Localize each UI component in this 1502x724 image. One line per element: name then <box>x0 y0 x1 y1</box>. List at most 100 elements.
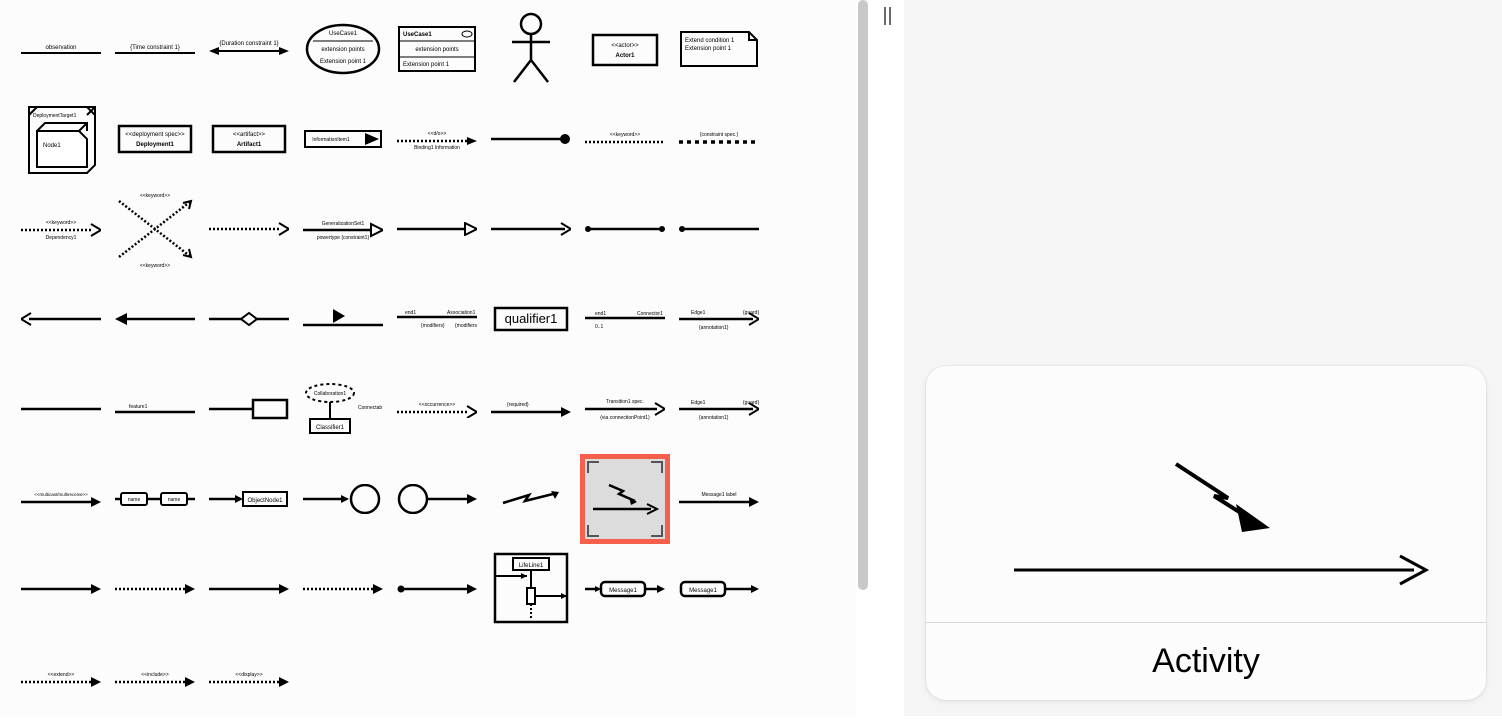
svg-text:<<artifact>>: <<artifact>> <box>233 132 266 138</box>
svg-text:Dependency1: Dependency1 <box>46 235 77 240</box>
shape-multicast[interactable]: <<multicast/multireceive>> <box>16 454 106 544</box>
shape-connector[interactable]: end10..1Connector1 <box>580 274 670 364</box>
shape-generalization[interactable] <box>392 184 482 274</box>
shape-association-ends[interactable]: end1{modifiers}Association1{modifiers} <box>392 274 482 364</box>
shape-object-nodes[interactable]: name name <box>110 454 200 544</box>
shape-generalization-set[interactable]: GeneralizationSet1powertype {constraint1… <box>298 184 388 274</box>
selection-handle[interactable] <box>651 525 663 537</box>
shape-information-item[interactable]: InformationItem1 <box>298 94 388 184</box>
palette-row: <<keyword>> Dependency1 <<keyword>><<keyw… <box>16 184 840 274</box>
shape-line-dot-end[interactable] <box>674 184 764 274</box>
svg-text:<<deployment spec>>: <<deployment spec>> <box>125 132 185 138</box>
shape-line-play-marker[interactable] <box>298 274 388 364</box>
shape-usecase-box[interactable]: UseCase1extension pointsExtension point … <box>392 4 482 94</box>
shape-actor-box[interactable]: <<actor>>Actor1 <box>580 4 670 94</box>
shape-required[interactable]: {required} <box>486 364 576 454</box>
svg-text:{constraint spec.}: {constraint spec.} <box>700 132 739 138</box>
shape-extend[interactable]: <<extend>> <box>16 634 106 724</box>
shape-line-square-end[interactable] <box>204 364 294 454</box>
palette-row: observation {Time constraint 1} {Duratio… <box>16 4 840 94</box>
shape-message-pill-2[interactable]: Message1 <box>674 544 764 634</box>
svg-text:observation: observation <box>45 45 76 51</box>
svg-text:<<occurrence>>: <<occurrence>> <box>419 402 455 408</box>
shape-usecase-ellipse[interactable]: UseCase1extension pointsExtension point … <box>298 4 388 94</box>
scrollbar[interactable] <box>856 0 870 716</box>
shape-edge-annotation[interactable]: Edge1{annotation1}{guard} <box>674 274 764 364</box>
splitter-handle[interactable] <box>870 0 904 32</box>
shape-dependency-cross[interactable]: <<keyword>><<keyword>> <box>110 184 200 274</box>
shape-solid-arrow-2[interactable] <box>204 544 294 634</box>
palette-row: <<multicast/multireceive>> name name Obje… <box>16 454 840 544</box>
shape-qualifier[interactable]: qualifier1 <box>486 274 576 364</box>
svg-text:Transition1 spec.: Transition1 spec. <box>606 399 644 405</box>
shape-dashed-constraint[interactable]: {constraint spec.} <box>674 94 764 184</box>
svg-text:Message1 label: Message1 label <box>701 492 736 498</box>
svg-text:{Duration constraint 1}: {Duration constraint 1} <box>219 41 278 47</box>
shape-line-dots[interactable] <box>580 184 670 274</box>
shape-message-label[interactable]: Message1 label <box>674 454 764 544</box>
shape-line-filled-circle[interactable] <box>486 94 576 184</box>
shape-plain-line[interactable] <box>16 364 106 454</box>
svg-text:Classifier1: Classifier1 <box>316 425 345 431</box>
palette-row: <<extend>> <<include>> <<display>> <box>16 634 840 724</box>
shape-dashed-arrow-filled[interactable] <box>110 544 200 634</box>
shape-note-extend[interactable]: Extend condition 1Extension point 1 <box>674 4 764 94</box>
shape-include[interactable]: <<include>> <box>110 634 200 724</box>
shape-dependency[interactable]: <<keyword>> Dependency1 <box>16 184 106 274</box>
svg-text:UseCase1: UseCase1 <box>329 31 358 37</box>
svg-text:{annotation1}: {annotation1} <box>699 415 729 421</box>
svg-text:{annotation1}: {annotation1} <box>699 325 729 331</box>
shape-lifeline[interactable]: LifeLine1 <box>486 544 576 634</box>
shape-dashed-arrow-open[interactable] <box>204 184 294 274</box>
shape-dot-arrow[interactable] <box>392 544 482 634</box>
svg-text:Collaboration1: Collaboration1 <box>314 391 346 397</box>
shape-duration-constraint[interactable]: {Duration constraint 1} <box>204 4 294 94</box>
shape-edge-annotation-2[interactable]: Edge1{annotation1}{guard} <box>674 364 764 454</box>
svg-text:Edge1: Edge1 <box>691 310 706 316</box>
preview-card: Activity <box>926 366 1486 700</box>
svg-text:<<multicast/multireceive>>: <<multicast/multireceive>> <box>34 492 88 497</box>
shape-actor-stickman[interactable] <box>486 4 576 94</box>
shape-observation[interactable]: observation <box>16 4 106 94</box>
shape-line-diamond[interactable] <box>204 274 294 364</box>
shape-arrow-left[interactable] <box>16 274 106 364</box>
svg-text:InformationItem1: InformationItem1 <box>312 137 350 143</box>
shape-object-node-single[interactable]: ObjectNode1 <box>204 454 294 544</box>
svg-text:Message1: Message1 <box>609 588 637 594</box>
svg-text:name: name <box>168 497 181 503</box>
svg-text:<<keyword>>: <<keyword>> <box>46 220 76 226</box>
shape-dashed-keyword[interactable]: <<keyword>> <box>580 94 670 184</box>
shape-solid-arrow-open[interactable] <box>486 184 576 274</box>
selection-handle[interactable] <box>651 461 663 473</box>
svg-text:end1: end1 <box>595 311 606 317</box>
svg-text:Node1: Node1 <box>43 143 61 149</box>
shape-palette: observation {Time constraint 1} {Duratio… <box>0 0 856 716</box>
svg-text:name: name <box>128 497 141 503</box>
shape-solid-arrow[interactable] <box>16 544 106 634</box>
palette-row: feature1 Collaboration1ConnectableElemen… <box>16 364 840 454</box>
shape-deployment-target[interactable]: DeploymentTarget1Node1 <box>16 94 106 184</box>
svg-text:Extend condition 1: Extend condition 1 <box>685 38 735 44</box>
shape-time-constraint[interactable]: {Time constraint 1} <box>110 4 200 94</box>
svg-text:Binding1 Information: Binding1 Information <box>414 145 460 151</box>
selection-handle[interactable] <box>587 461 599 473</box>
shape-activity-selected[interactable] <box>580 454 670 544</box>
shape-dashed-arrow-2[interactable] <box>298 544 388 634</box>
shape-lightning[interactable] <box>486 454 576 544</box>
shape-arrow-to-circle[interactable] <box>298 454 388 544</box>
scrollbar-thumb[interactable] <box>858 0 868 590</box>
svg-text:(via connectionPoint1): (via connectionPoint1) <box>600 415 650 421</box>
shape-arrow-left-filled[interactable] <box>110 274 200 364</box>
shape-occurrence[interactable]: <<occurrence>> <box>392 364 482 454</box>
shape-circle-to-arrow[interactable] <box>392 454 482 544</box>
selection-handle[interactable] <box>587 525 599 537</box>
shape-collaboration[interactable]: Collaboration1ConnectableElementClassifi… <box>298 364 388 454</box>
shape-grid: observation {Time constraint 1} {Duratio… <box>16 4 840 724</box>
shape-binding-flow[interactable]: <<d/o>>Binding1 Information <box>392 94 482 184</box>
shape-transition[interactable]: Transition1 spec. (via connectionPoint1) <box>580 364 670 454</box>
shape-deployment-spec[interactable]: <<deployment spec>>Deployment1 <box>110 94 200 184</box>
shape-message-pill[interactable]: Message1 <box>580 544 670 634</box>
shape-artifact[interactable]: <<artifact>>Artifact1 <box>204 94 294 184</box>
shape-feature-line[interactable]: feature1 <box>110 364 200 454</box>
shape-display[interactable]: <<display>> <box>204 634 294 724</box>
